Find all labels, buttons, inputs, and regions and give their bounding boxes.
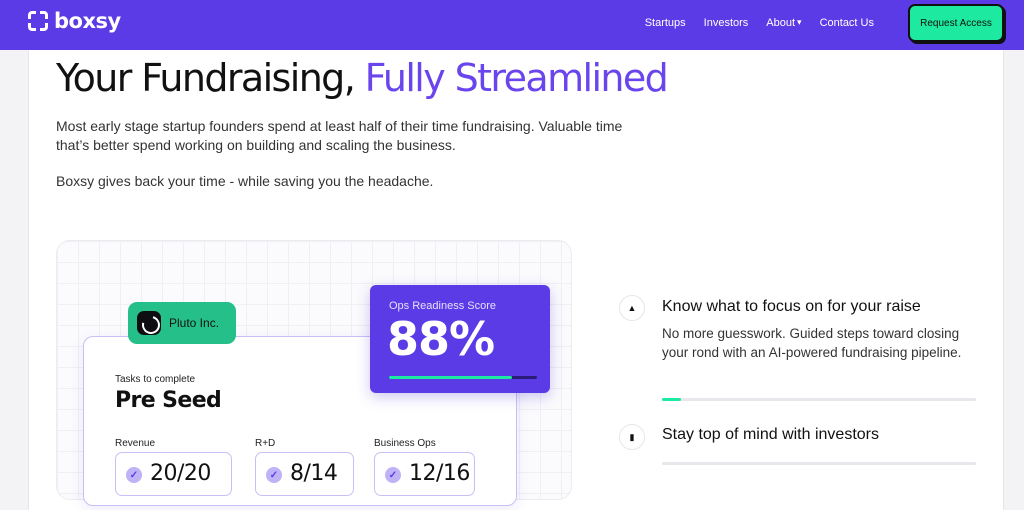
check-icon: ✓ xyxy=(126,467,142,483)
feature-desc-focus: No more guesswork. Guided steps toward c… xyxy=(662,326,962,360)
nav-link-about[interactable]: About ▾ xyxy=(766,17,801,29)
company-badge: Pluto Inc. xyxy=(128,302,236,344)
company-name: Pluto Inc. xyxy=(169,316,220,330)
request-access-button[interactable]: Request Access xyxy=(908,4,1004,42)
feature-progress-track-focus xyxy=(662,398,976,401)
hero-title: Your Fundraising, Fully Streamlined xyxy=(56,56,669,100)
funding-stage: Pre Seed xyxy=(115,388,222,413)
hero-intro: Most early stage startup founders spend … xyxy=(56,118,623,153)
boxsy-logo-icon xyxy=(27,10,51,34)
rocket-icon: ▲ xyxy=(619,295,645,321)
hero-title-main: Your Fundraising, xyxy=(56,56,365,100)
feature-progress-track-investors xyxy=(662,462,976,465)
brand-name: boxsy xyxy=(54,9,121,33)
chart-icon: ▮ xyxy=(619,424,645,450)
metric-value-rd: 8/14 xyxy=(290,461,338,486)
metric-box-rd: ✓ 8/14 xyxy=(255,452,354,496)
metric-box-revenue: ✓ 20/20 xyxy=(115,452,232,496)
nav-link-investors[interactable]: Investors xyxy=(704,17,749,29)
ops-readiness-card: Ops Readiness Score 88% xyxy=(370,285,550,393)
metric-label-rd: R+D xyxy=(255,438,276,449)
hero-intro-secondary: Boxsy gives back your time - while savin… xyxy=(56,173,434,189)
feature-progress-fill-focus xyxy=(662,398,681,401)
score-progress-track xyxy=(389,376,537,379)
metric-value-revenue: 20/20 xyxy=(150,461,211,486)
metric-box-business-ops: ✓ 12/16 xyxy=(374,452,475,496)
score-progress-fill xyxy=(389,376,512,379)
tasks-label: Tasks to complete xyxy=(115,374,196,385)
nav-link-contact[interactable]: Contact Us xyxy=(820,17,874,29)
metric-value-business-ops: 12/16 xyxy=(409,461,470,486)
nav-link-startups[interactable]: Startups xyxy=(645,17,686,29)
brand-logo[interactable]: boxsy xyxy=(27,9,121,34)
company-logo-icon xyxy=(137,311,161,335)
nav-links: Startups Investors About ▾ Contact Us xyxy=(645,17,874,29)
metric-label-revenue: Revenue xyxy=(115,438,156,449)
top-navbar: boxsy Startups Investors About ▾ Contact … xyxy=(0,0,1024,50)
hero-title-accent: Fully Streamlined xyxy=(364,56,669,100)
feature-title-investors[interactable]: Stay top of mind with investors xyxy=(662,426,879,444)
nav-link-about-label: About xyxy=(766,17,796,29)
check-icon: ✓ xyxy=(266,467,282,483)
chevron-down-icon: ▾ xyxy=(797,17,802,27)
check-icon: ✓ xyxy=(385,467,401,483)
score-value: 88% xyxy=(387,312,495,366)
metric-label-business-ops: Business Ops xyxy=(374,438,436,449)
score-label: Ops Readiness Score xyxy=(389,300,496,312)
feature-title-focus[interactable]: Know what to focus on for your raise xyxy=(662,298,921,316)
